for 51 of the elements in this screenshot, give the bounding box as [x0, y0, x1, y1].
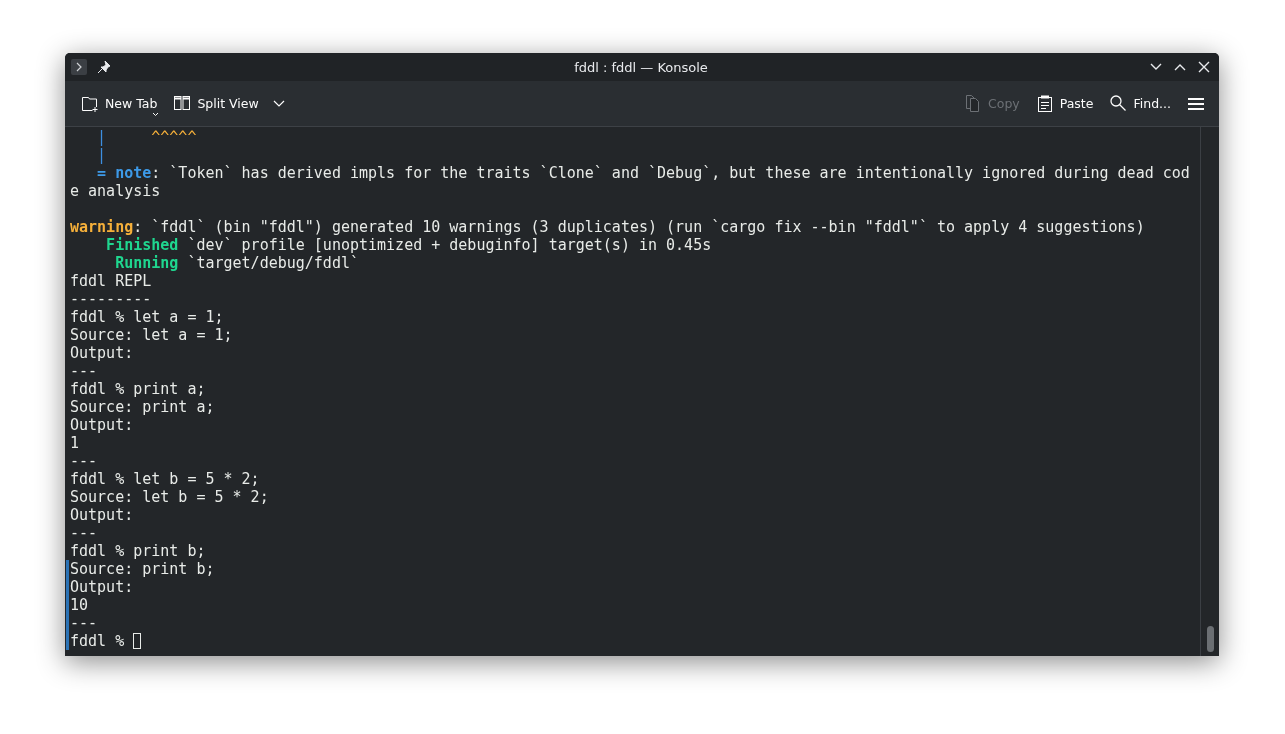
pin-icon[interactable]: [97, 60, 111, 74]
terminal-text: : `Token` has derived impls for the traits `Clone` and `Debug`, but these are intentionally ignored during dead cod: [151, 164, 1190, 182]
terminal-text: Output:: [70, 416, 134, 434]
terminal-text: Source: print b;: [70, 560, 215, 578]
terminal-text: `dev` profile [unoptimized + debuginfo] target(s) in 0.45s: [186, 236, 712, 254]
warning-label: warning: [70, 218, 134, 236]
new-tab-icon: [81, 94, 99, 113]
scrollbar-thumb[interactable]: [1206, 626, 1214, 652]
terminal-text: fddl % print a;: [70, 380, 206, 398]
terminal-text: Output:: [70, 506, 134, 524]
new-tab-button[interactable]: New Tab: [75, 89, 164, 118]
status-label: Finished: [105, 236, 179, 254]
note-label: = note: [96, 164, 152, 182]
close-icon[interactable]: [1197, 60, 1211, 74]
terminal-text: ---: [70, 614, 98, 632]
terminal-text: 10: [70, 596, 89, 614]
terminal-text: Source: print a;: [70, 398, 215, 416]
terminal-text: : `fddl` (bin "fddl") generated 10 warnings (3 duplicates) (run `cargo fix --bin "fddl"` to apply 4 suggestions): [133, 218, 1145, 236]
terminal-text: fddl % let b = 5 * 2;: [70, 470, 260, 488]
terminal-text: ---: [70, 452, 98, 470]
window-title: fddl : fddl — Konsole: [574, 59, 708, 75]
terminal-text: ---: [70, 524, 98, 542]
terminal-text: 1: [70, 434, 80, 452]
terminal-text: fddl REPL: [70, 272, 152, 290]
terminal-text: ---: [70, 362, 98, 380]
menu-icon: [1187, 96, 1205, 111]
split-view-icon: [173, 94, 192, 113]
terminal-text: Output:: [70, 578, 134, 596]
clipboard-icon: [1035, 94, 1054, 113]
terminal-text: fddl % let a = 1;: [70, 308, 224, 326]
copy-icon: [964, 94, 982, 113]
find-button[interactable]: Find...: [1103, 89, 1177, 118]
search-icon: [1109, 94, 1128, 113]
split-view-button[interactable]: Split View: [167, 89, 265, 118]
terminal-text: ---------: [70, 290, 152, 308]
caret-icon: [272, 99, 285, 108]
terminal-text: fddl %: [70, 632, 126, 650]
status-label: Running: [114, 254, 179, 272]
terminal-text: fddl % print b;: [70, 542, 206, 560]
window-menu-button[interactable]: [71, 59, 87, 75]
terminal-text: Source: let b = 5 * 2;: [70, 488, 269, 506]
error-carets: ^^^^^: [150, 128, 197, 146]
terminal-text: Output:: [70, 344, 134, 362]
terminal-text: e analysis: [70, 182, 161, 200]
paste-button[interactable]: Paste: [1029, 89, 1100, 118]
terminal-text: Source: let a = 1;: [70, 326, 233, 344]
terminal-text: `target/debug/fddl`: [186, 254, 359, 272]
caret-icon: [152, 111, 160, 117]
chevron-right-icon: [75, 62, 83, 72]
gutter-text: |: [96, 128, 107, 146]
gutter-text: |: [96, 146, 107, 164]
